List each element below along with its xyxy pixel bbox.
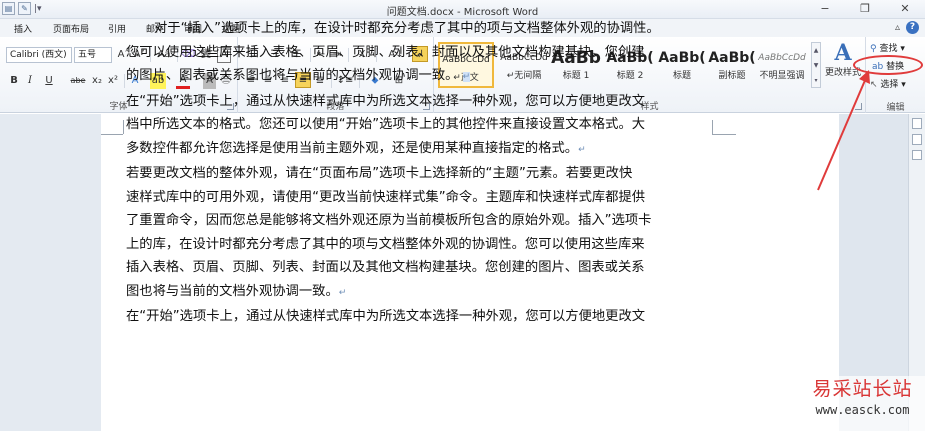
doc-line-text: 档中所选文本的格式。您还可以使用“开始”选项卡上的其他控件来直接设置文本格式。大	[126, 117, 646, 132]
tab-references[interactable]: 引用	[108, 22, 126, 35]
divider	[124, 74, 125, 88]
doc-line: 在“开始”选项卡上，通过从快速样式库中为所选文本选择一种外观，您可以方便地更改文	[126, 305, 716, 329]
editing-group-label: 编辑	[886, 103, 905, 113]
doc-line-text: 您可以使用这些库来插入表格、页眉、页脚、列表、封面以及其他文档构建基块。您创建	[126, 44, 645, 60]
doc-line-text: 在“开始”选项卡上，通过从快速样式库中为所选文本选择一种外观，您可以方便地更改文	[126, 309, 646, 324]
select-cursor-icon: ↖	[870, 80, 881, 90]
replace-callout-ellipse	[853, 55, 923, 75]
doc-line: 多数控件都允许您选择是使用当前主题外观，还是使用某种直接指定的格式。↵	[126, 137, 716, 163]
paragraph-mark: ↵	[338, 287, 347, 298]
scroll-up-button[interactable]	[912, 134, 922, 145]
paragraph-mark: ↵	[578, 144, 586, 155]
doc-line-text: 图也将与当前的文档外观协调一致。	[126, 283, 339, 299]
window-title: 问题文档.docx - Microsoft Word	[386, 7, 539, 18]
close-button[interactable]: ✕	[885, 0, 925, 19]
doc-line: 插入表格、页眉、页脚、列表、封面以及其他文档构建基块。您创建的图片、图表或关系	[126, 256, 716, 280]
doc-line: 档中所选文本的格式。您还可以使用“开始”选项卡上的其他控件来直接设置文本格式。大	[126, 113, 716, 137]
tab-insert[interactable]: 插入	[14, 22, 32, 35]
styles-dialog-launcher[interactable]	[855, 103, 862, 110]
help-area: ▵ ?	[895, 21, 919, 34]
doc-line: 在“开始”选项卡上，通过从快速样式库中为所选文本选择一种外观，您可以方便地更改文	[126, 90, 716, 114]
doc-line-text: 了重置命令，因而您总是能够将文档外观还原为当前模板所包含的原始外观。插入”选项卡	[126, 213, 652, 228]
ruler-toggle-icon[interactable]	[912, 118, 922, 129]
font-size-select[interactable]: 五号	[74, 47, 112, 63]
doc-line: 上的库，在设计时都充分考虑了其中的项与文档整体外观的协调性。您可以使用这些库来	[126, 233, 716, 257]
doc-line-text: 的图片、图表或关系图也将与当前的文档外观协调一致。	[126, 68, 459, 83]
superscript-button[interactable]: x²	[106, 73, 120, 89]
minimize-ribbon-icon[interactable]: ▵	[895, 22, 900, 33]
find-label: 查找	[879, 44, 898, 54]
tab-page-layout[interactable]: 页面布局	[53, 22, 89, 35]
strikethrough-button[interactable]: abe	[68, 73, 88, 89]
watermark: 易采站长站 www.easck.com	[800, 376, 925, 431]
doc-line-text: 速样式库中的可用外观，请使用“更改当前快速样式集”命令。主题库和快速样式库都提供	[126, 189, 646, 205]
style-subtle-emphasis[interactable]: AaBbCcDd 不明显强调	[754, 42, 810, 88]
restore-button[interactable]: ❐	[845, 0, 885, 19]
select-label: 选择	[880, 80, 899, 90]
left-margin-area	[0, 114, 101, 431]
doc-line: 了重置命令，因而您总是能够将文档外观还原为当前模板所包含的原始外观。插入”选项卡	[126, 209, 716, 233]
window-controls: − ❐ ✕	[805, 0, 925, 19]
doc-line-text: 插入表格、页眉、页脚、列表、封面以及其他文档构建基块。您创建的图片、图表或关系	[126, 260, 645, 275]
help-icon[interactable]: ?	[906, 21, 919, 34]
scroll-thumb[interactable]	[912, 150, 922, 160]
crop-mark	[123, 120, 124, 134]
styles-gallery-scroller[interactable]: ▲ ▼ ▾	[811, 42, 821, 88]
doc-line: 的图片、图表或关系图也将与当前的文档外观协调一致。 ↵	[126, 64, 716, 90]
doc-line-text: 对于“插入”选项卡上的库，在设计时都充分考虑了其中的项与文档整体外观的协调性。	[154, 21, 660, 36]
doc-line: 图也将与当前的文档外观协调一致。↵	[126, 280, 716, 306]
doc-line-text: 上的库，在设计时都充分考虑了其中的项与文档整体外观的协调性。您可以使用这些库来	[126, 236, 645, 252]
doc-line: 若要更改文档的整体外观，请在“页面布局”选项卡上选择新的“主题”元素。若要更改快	[126, 162, 716, 186]
document-body[interactable]: 对于“插入”选项卡上的库，在设计时都充分考虑了其中的项与文档整体外观的协调性。 …	[126, 17, 716, 329]
doc-line-text: 多数控件都允许您选择是使用当前主题外观，还是使用某种直接指定的格式。	[126, 140, 579, 156]
style-name: 不明显强调	[759, 71, 805, 81]
doc-line-text: 若要更改文档的整体外观，请在“页面布局”选项卡上选择新的“主题”元素。若要更改快	[126, 166, 633, 181]
subscript-button[interactable]: x₂	[90, 73, 104, 89]
paragraph-mark: ↵	[462, 72, 471, 82]
select-button[interactable]: ↖ 选择 ▾	[870, 77, 906, 90]
bold-button[interactable]: B	[8, 73, 20, 89]
style-preview: AaBbCcDd	[758, 53, 806, 63]
minimize-button[interactable]: −	[805, 0, 845, 19]
find-button[interactable]: ⚲ 查找 ▾	[870, 41, 905, 54]
doc-line: 您可以使用这些库来插入表格、页眉、页脚、列表、封面以及其他文档构建基块。您创建	[126, 41, 716, 65]
doc-line-text: 在“开始”选项卡上，通过从快速样式库中为所选文本选择一种外观，您可以方便地更改文	[126, 93, 646, 109]
italic-button[interactable]: I	[24, 73, 36, 89]
underline-button[interactable]: U	[42, 73, 56, 89]
watermark-title: 易采站长站	[812, 378, 913, 400]
watermark-url: www.easck.com	[815, 403, 910, 417]
font-name-select[interactable]: Calibri (西文)	[6, 47, 72, 63]
crop-mark	[101, 134, 123, 135]
doc-line: 对于“插入”选项卡上的库，在设计时都充分考虑了其中的项与文档整体外观的协调性。	[126, 17, 716, 41]
doc-line: 速样式库中的可用外观，请使用“更改当前快速样式集”命令。主题库和快速样式库都提供	[126, 186, 716, 210]
